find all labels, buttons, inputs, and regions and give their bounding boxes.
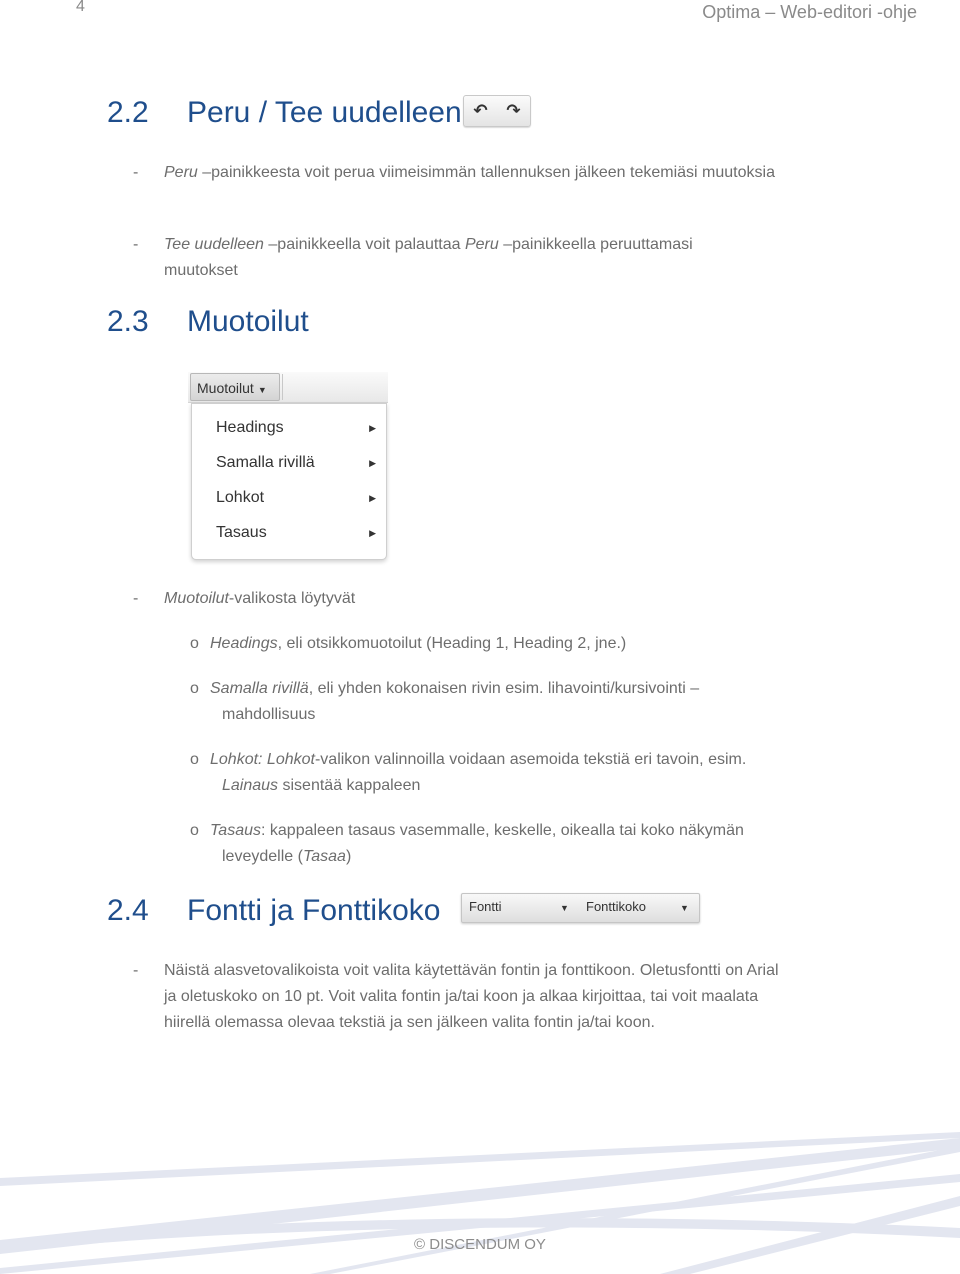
circle-marker: o — [190, 751, 199, 768]
subitem-text: Samalla rivillä, eli yhden kokonaisen ri… — [210, 680, 700, 723]
undo-redo-buttons: ↶ ↷ — [463, 95, 531, 127]
caret-right-icon: ▶ — [369, 458, 376, 468]
section-title: Peru / Tee uudelleen — [187, 96, 462, 129]
toolbar-divider — [282, 374, 283, 400]
circle-marker: o — [190, 680, 199, 697]
menu-item-headings: Headings ▶ — [216, 416, 376, 440]
subitem-tasaus: o Tasaus: kappaleen tasaus vasemmalle, k… — [190, 818, 770, 870]
menu-item-samalla-rivilla: Samalla rivillä ▶ — [216, 451, 376, 475]
menu-item-tasaus: Tasaus ▶ — [216, 521, 376, 545]
bullet-text: Muotoilut-valikosta löytyvät — [164, 590, 356, 607]
circle-marker: o — [190, 635, 199, 652]
running-header: Optima – Web-editori -ohje — [702, 2, 917, 22]
dropdown-menu: Headings ▶ Samalla rivillä ▶ Lohkot ▶ Tasau… — [191, 403, 387, 560]
toolbar: Muotoilut ▼ — [188, 372, 388, 403]
page-number: 4 — [76, 0, 85, 15]
subitem-text: Headings, eli otsikkomuotoilut (Heading … — [210, 635, 627, 652]
subitem-headings: o Headings, eli otsikkomuotoilut (Headin… — [190, 631, 770, 657]
dash-marker: - — [133, 590, 139, 607]
section-title: Muotoilut — [187, 305, 309, 338]
subitem-text: Lohkot: Lohkot-valikon valinnoilla voida… — [210, 751, 747, 794]
font-size-select: Fonttikoko — [586, 899, 646, 914]
section-number: 2.2 — [107, 96, 149, 129]
dash-marker: - — [133, 962, 139, 979]
section-2-2-heading: 2.2 Peru / Tee uudelleen — [107, 96, 462, 130]
undo-icon: ↶ — [473, 101, 488, 120]
bullet-text: Tee uudelleen –painikkeella voit palautt… — [164, 236, 693, 279]
bullet-text: Näistä alasvetovalikoista voit valita kä… — [164, 962, 779, 1031]
dash-marker: - — [133, 236, 139, 253]
subitem-lohkot: o Lohkot: Lohkot-valikon valinnoilla voi… — [190, 747, 770, 799]
caret-down-icon: ▼ — [680, 903, 689, 913]
caret-right-icon: ▶ — [369, 423, 376, 433]
caret-down-icon: ▼ — [560, 903, 569, 913]
muotoilut-dropdown-button: Muotoilut ▼ — [190, 373, 280, 401]
subitem-samalla-rivilla: o Samalla rivillä, eli yhden kokonaisen … — [190, 676, 770, 728]
circle-marker: o — [190, 822, 199, 839]
menu-item-lohkot: Lohkot ▶ — [216, 486, 376, 510]
caret-down-icon: ▼ — [257, 385, 267, 395]
section-2-3-heading: 2.3 Muotoilut — [107, 305, 309, 339]
footer-copyright: © DISCENDUM OY — [414, 1236, 546, 1253]
section-number: 2.4 — [107, 894, 149, 927]
caret-right-icon: ▶ — [369, 528, 376, 538]
section-number: 2.3 — [107, 305, 149, 338]
dash-marker: - — [133, 164, 139, 181]
section-2-4-heading: 2.4 Fontti ja Fonttikoko — [107, 894, 440, 928]
font-select: Fontti — [469, 899, 502, 914]
subitem-text: Tasaus: kappaleen tasaus vasemmalle, kes… — [210, 822, 744, 865]
caret-right-icon: ▶ — [369, 493, 376, 503]
redo-icon: ↷ — [506, 101, 521, 120]
section-title: Fontti ja Fonttikoko — [187, 894, 441, 927]
bullet-text: Peru –painikkeesta voit perua viimeisimm… — [164, 164, 775, 181]
muotoilut-menu-screenshot: Muotoilut ▼ Headings ▶ Samalla rivillä ▶ Lo… — [188, 372, 388, 564]
font-toolbar-screenshot: Fontti ▼ Fonttikoko ▼ — [461, 893, 700, 923]
